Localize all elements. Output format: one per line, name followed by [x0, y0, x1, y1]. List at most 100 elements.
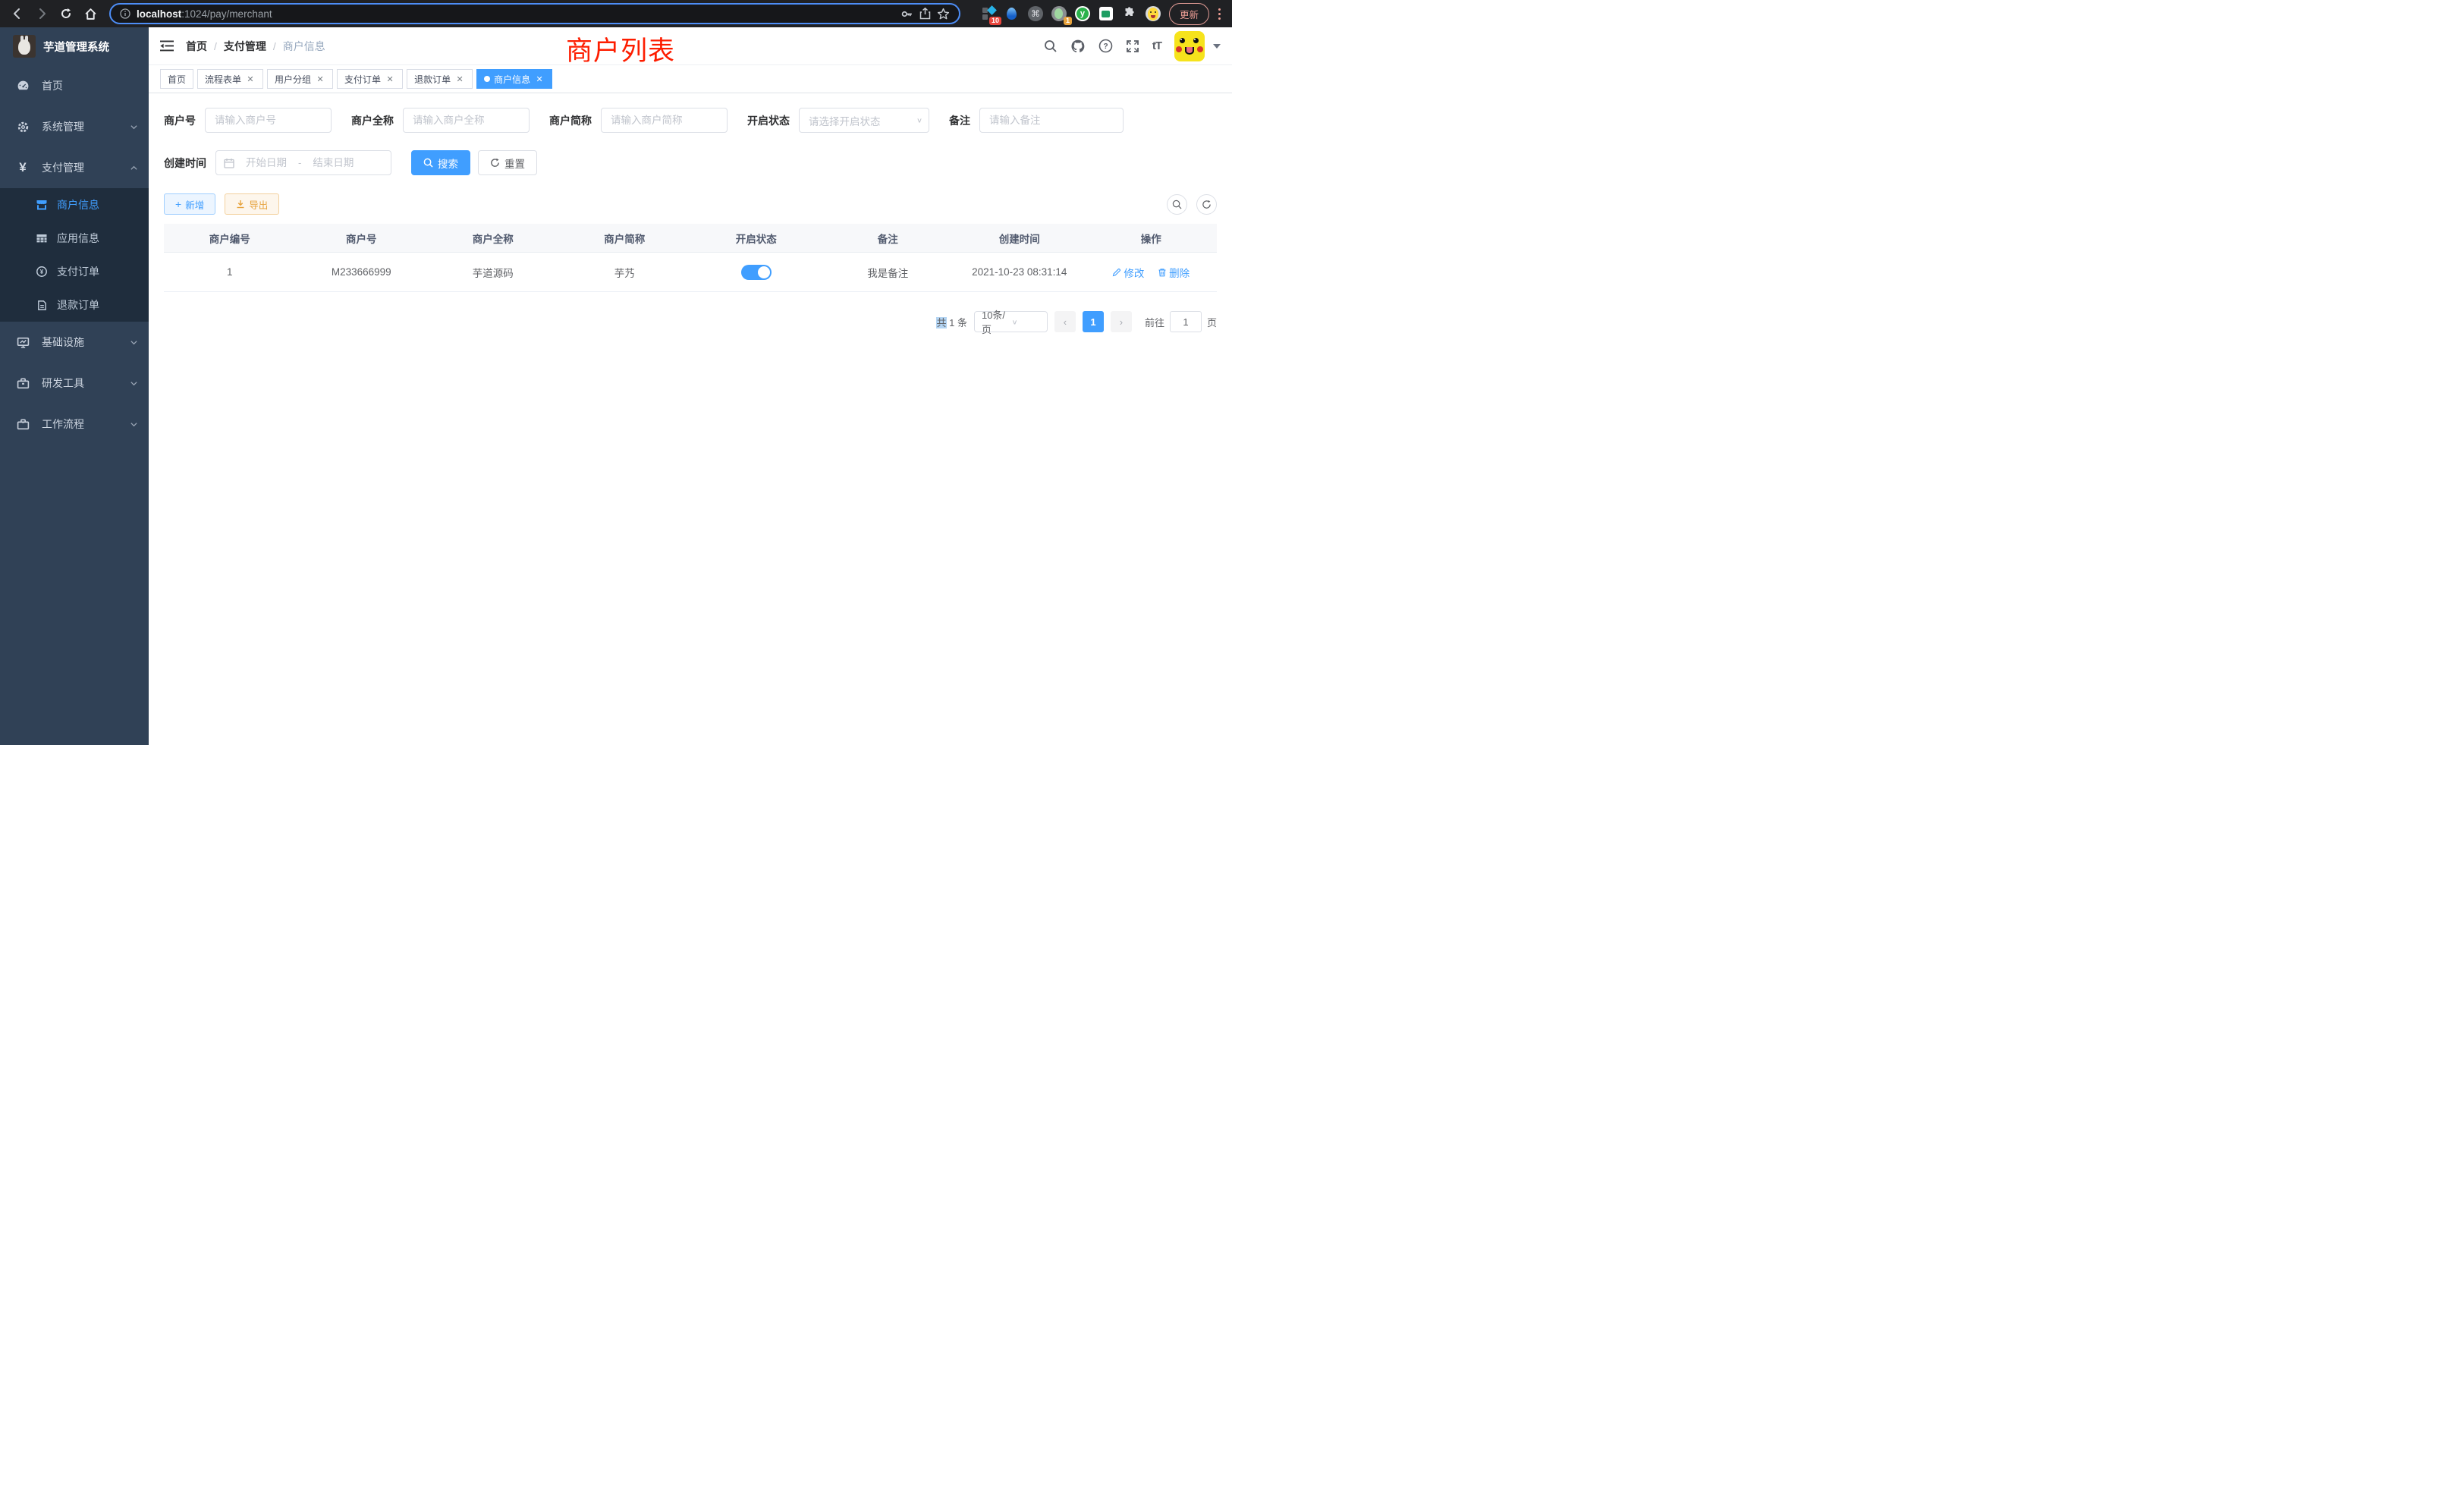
tab-user-group[interactable]: 用户分组✕	[267, 69, 333, 89]
column-header: 开启状态	[690, 231, 822, 246]
browser-menu-icon[interactable]	[1214, 6, 1224, 22]
avatar-caret-icon[interactable]	[1213, 44, 1221, 49]
merchant-no-input[interactable]	[205, 108, 332, 133]
prev-page-button[interactable]: ‹	[1054, 311, 1076, 332]
app-logo[interactable]: 芋道管理系统	[0, 27, 149, 65]
sidebar-item-label: 支付管理	[42, 160, 130, 175]
field-label: 备注	[949, 113, 970, 128]
extension-recorder-icon[interactable]: 1	[1051, 5, 1067, 22]
sidebar-item-pay-order[interactable]: ¥ 支付订单	[0, 255, 149, 288]
tab-refund-order[interactable]: 退款订单✕	[407, 69, 473, 89]
reset-button[interactable]: 重置	[478, 150, 537, 175]
sidebar-item-label: 应用信息	[57, 231, 99, 246]
goto-page-group: 前往 页	[1145, 311, 1217, 332]
end-date-input[interactable]	[306, 157, 360, 168]
github-icon[interactable]	[1070, 39, 1086, 54]
sidebar-item-refund-order[interactable]: 退款订单	[0, 288, 149, 322]
start-date-input[interactable]	[239, 157, 294, 168]
close-tab-icon[interactable]: ✕	[315, 74, 325, 84]
extension-grid-icon[interactable]: 10	[980, 5, 997, 22]
user-avatar[interactable]	[1174, 31, 1205, 61]
delete-link[interactable]: 删除	[1158, 265, 1190, 280]
close-tab-icon[interactable]: ✕	[534, 74, 545, 84]
font-size-icon[interactable]: tT	[1152, 39, 1161, 52]
cell-merchant-id: 1	[164, 266, 296, 278]
cell-short-name: 芋艿	[559, 265, 691, 280]
site-info-icon[interactable]	[120, 8, 130, 19]
hamburger-icon[interactable]	[160, 40, 174, 52]
status-toggle[interactable]	[741, 265, 772, 280]
full-name-input[interactable]	[403, 108, 530, 133]
extension-chat-icon[interactable]	[1098, 5, 1114, 22]
edit-link[interactable]: 修改	[1112, 265, 1144, 280]
chevron-down-icon	[130, 379, 138, 388]
browser-update-button[interactable]: 更新	[1169, 3, 1209, 25]
page-size-select[interactable]: 10条/页 ∨	[974, 311, 1048, 332]
sidebar-item-payment[interactable]: ¥ 支付管理	[0, 147, 149, 188]
page-number-1[interactable]: 1	[1083, 311, 1104, 332]
fullscreen-icon[interactable]	[1126, 39, 1139, 53]
extension-y-icon[interactable]: y	[1074, 5, 1091, 22]
sidebar-item-devtools[interactable]: 研发工具	[0, 363, 149, 404]
toggle-search-button[interactable]	[1167, 194, 1187, 215]
header-search-icon[interactable]	[1044, 39, 1058, 53]
breadcrumb-payment[interactable]: 支付管理	[224, 39, 266, 54]
yuan-circle-icon: ¥	[35, 266, 49, 278]
tab-merchant-info[interactable]: 商户信息 ✕	[476, 69, 552, 89]
sidebar-item-home[interactable]: 首页	[0, 65, 149, 106]
browser-back-button[interactable]	[8, 4, 27, 24]
remark-input[interactable]	[979, 108, 1124, 133]
refresh-button[interactable]	[1196, 194, 1217, 215]
short-name-input[interactable]	[601, 108, 728, 133]
sidebar-item-system[interactable]: 系统管理	[0, 106, 149, 147]
extension-icons: 10 ⌘ 1 y	[980, 5, 1161, 22]
browser-home-button[interactable]	[80, 4, 100, 24]
form-item-short-name: 商户简称	[549, 108, 728, 133]
bookmark-star-icon[interactable]	[937, 8, 950, 20]
share-icon[interactable]	[919, 8, 931, 20]
browser-profile-avatar[interactable]	[1145, 5, 1161, 22]
search-button[interactable]: 搜索	[411, 150, 470, 175]
chevron-down-icon	[130, 123, 138, 131]
export-button[interactable]: 导出	[225, 193, 279, 215]
sidebar-item-infrastructure[interactable]: 基础设施	[0, 322, 149, 363]
sidebar-item-label: 商户信息	[57, 197, 99, 212]
navbar-actions: ? tT	[1044, 31, 1221, 61]
tab-label: 商户信息	[494, 73, 530, 86]
browser-reload-button[interactable]	[56, 4, 76, 24]
add-button-label: 新增	[185, 197, 204, 212]
status-select[interactable]: 请选择开启状态 ∨	[799, 108, 929, 133]
cell-merchant-no: M233666999	[296, 266, 428, 278]
sidebar-item-merchant-info[interactable]: 商户信息	[0, 188, 149, 222]
extension-badge: 10	[989, 17, 1001, 25]
form-item-create-time: 创建时间 -	[164, 150, 391, 175]
close-tab-icon[interactable]: ✕	[454, 74, 465, 84]
field-label: 开启状态	[747, 113, 790, 128]
next-page-button[interactable]: ›	[1111, 311, 1132, 332]
tab-process-form[interactable]: 流程表单✕	[197, 69, 263, 89]
help-icon[interactable]: ?	[1098, 39, 1113, 53]
tab-home[interactable]: 首页	[160, 69, 193, 89]
sidebar-item-label: 研发工具	[42, 376, 130, 391]
page-content: 商户号 商户全称 商户简称 开启状态 请选择开启状态 ∨	[149, 93, 1232, 745]
sidebar-item-workflow[interactable]: 工作流程	[0, 404, 149, 445]
form-item-full-name: 商户全称	[351, 108, 530, 133]
extensions-puzzle-icon[interactable]	[1121, 5, 1138, 22]
password-key-icon[interactable]	[900, 8, 913, 20]
add-button[interactable]: + 新增	[164, 193, 215, 215]
browser-forward-button[interactable]	[32, 4, 52, 24]
close-tab-icon[interactable]: ✕	[245, 74, 256, 84]
extension-command-icon[interactable]: ⌘	[1027, 5, 1044, 22]
extension-balloon-icon[interactable]	[1004, 5, 1020, 22]
cell-actions: 修改 删除	[1086, 265, 1218, 280]
sidebar-item-app-info[interactable]: 应用信息	[0, 222, 149, 255]
tab-pay-order[interactable]: 支付订单✕	[337, 69, 403, 89]
close-tab-icon[interactable]: ✕	[385, 74, 395, 84]
chevron-up-icon	[130, 164, 138, 172]
breadcrumb-home[interactable]: 首页	[186, 39, 207, 54]
goto-page-input[interactable]	[1170, 311, 1202, 332]
create-time-range-picker[interactable]: -	[215, 150, 391, 175]
payment-submenu: 商户信息 应用信息 ¥ 支付订单	[0, 188, 149, 322]
address-bar[interactable]: localhost:1024/pay/merchant	[109, 3, 960, 24]
sidebar-item-label: 基础设施	[42, 335, 130, 350]
